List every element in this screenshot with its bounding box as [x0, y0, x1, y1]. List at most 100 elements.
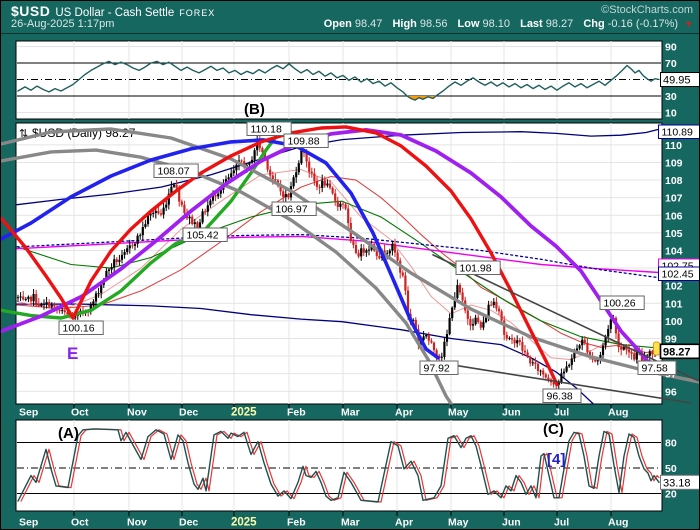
price-callout: 96.38	[543, 389, 581, 403]
candle-body	[433, 343, 435, 351]
wave-label: (B)	[244, 101, 265, 118]
candle-body	[35, 294, 37, 304]
candle-body	[22, 297, 24, 300]
candle-body	[155, 211, 157, 213]
candle-body	[449, 318, 451, 334]
candle-body	[389, 251, 391, 254]
candle-body	[506, 335, 508, 339]
high-label: High	[392, 18, 416, 30]
x-axis-label: Jun	[502, 517, 521, 529]
price-callout-value: 100.26	[604, 298, 636, 310]
candle-body	[501, 311, 503, 320]
candle-body	[467, 311, 469, 320]
candle-body	[308, 162, 310, 172]
stockcharts-chart-window: $USDUS Dollar - Cash SettleFOREX ©StockC…	[0, 0, 700, 530]
candle-body	[126, 248, 128, 252]
candle-body	[137, 236, 139, 244]
price-callout-value: 109.88	[288, 136, 320, 148]
candle-body	[446, 334, 448, 342]
quote-row: 26-Aug-2025 1:17pm Open98.47 High98.56 L…	[11, 18, 695, 32]
candle-body	[17, 297, 19, 298]
change-down-triangle-icon: ▼	[684, 19, 693, 29]
panel-stoch: 80502033.18	[16, 420, 700, 511]
candle-body	[649, 351, 651, 356]
candle-body	[134, 244, 136, 246]
x-axis-label: Sep	[19, 407, 38, 419]
candle-body	[92, 301, 94, 305]
x-axis-label: 2025	[231, 517, 257, 529]
price-callout: 110.18	[247, 122, 291, 136]
price-callout: 101.98	[456, 261, 500, 275]
price-callout: 105.42	[183, 228, 227, 242]
x-axis-label: Feb	[287, 407, 306, 419]
candle-body	[33, 294, 35, 301]
price-callout-value: 96.38	[547, 391, 573, 403]
price-callout: 109.88	[284, 134, 328, 148]
candle-body	[581, 340, 583, 346]
y-axis-label: 108	[665, 175, 683, 187]
price-callout: 97.58	[638, 361, 676, 375]
y-axis-label: 80	[665, 438, 677, 450]
candle-body	[563, 372, 565, 374]
candle-body	[493, 302, 495, 305]
candle-body	[295, 172, 297, 177]
candle-body	[53, 305, 55, 307]
x-axis-label: 2025	[231, 407, 257, 419]
x-axis-label: Jul	[554, 517, 569, 529]
y-axis-label: 105	[665, 228, 683, 240]
candle-body	[152, 213, 154, 214]
candle-body	[378, 256, 380, 258]
price-callout-value: 100.16	[63, 323, 95, 335]
chart-datetime: 26-Aug-2025 1:17pm	[11, 18, 114, 30]
x-axis-label: May	[448, 517, 469, 529]
candle-body	[121, 255, 123, 260]
candle-body	[508, 338, 510, 339]
panel-rsi: 9070301049.95	[16, 41, 700, 120]
candle-body	[217, 194, 219, 197]
y-axis-label: 70	[665, 58, 677, 70]
x-axis-label: Jul	[554, 407, 569, 419]
candle-body	[274, 179, 276, 180]
axis-value-box: 110.89	[659, 125, 700, 139]
open-label: Open	[324, 18, 352, 30]
candle-body	[194, 222, 196, 224]
copyright: ©StockCharts.com	[601, 4, 693, 16]
candle-body	[254, 150, 256, 160]
low-value: 98.10	[483, 18, 511, 30]
candle-body	[571, 358, 573, 365]
last-candle-highlight	[654, 342, 660, 355]
candle-body	[391, 244, 393, 251]
y-axis-label: 102	[665, 281, 683, 293]
candle-body	[176, 185, 178, 189]
candle-body	[456, 285, 458, 298]
candle-body	[189, 217, 191, 219]
y-axis-label: 30	[665, 91, 677, 103]
x-axis-strip: SepOctNovDec2025FebMarAprMayJunJulAug	[19, 404, 628, 419]
candle-body	[191, 217, 193, 224]
candle-body	[59, 310, 61, 311]
price-callout: 100.26	[600, 296, 644, 310]
candle-body	[20, 297, 22, 298]
candle-body	[64, 310, 66, 312]
candle-body	[355, 245, 357, 253]
candle-body	[300, 150, 302, 163]
candle-body	[27, 297, 29, 299]
rsi-current-value: 49.95	[663, 75, 691, 87]
candle-body	[324, 181, 326, 186]
wave-label: (A)	[58, 425, 79, 442]
candle-body	[332, 188, 334, 194]
quote-strip: Open98.47 High98.56 Low98.10 Last98.27 C…	[317, 18, 693, 30]
candle-body	[165, 205, 167, 208]
candle-body	[368, 250, 370, 251]
candle-body	[425, 335, 427, 336]
candle-body	[339, 204, 341, 207]
x-axis-label: Nov	[127, 517, 147, 529]
candle-body	[298, 163, 300, 172]
candle-body	[287, 194, 289, 197]
candle-body	[469, 319, 471, 326]
candle-body	[352, 241, 354, 245]
candle-body	[542, 371, 544, 375]
candle-body	[534, 362, 536, 364]
price-callout-value: 97.92	[424, 363, 450, 375]
last-value: 98.27	[546, 18, 574, 30]
